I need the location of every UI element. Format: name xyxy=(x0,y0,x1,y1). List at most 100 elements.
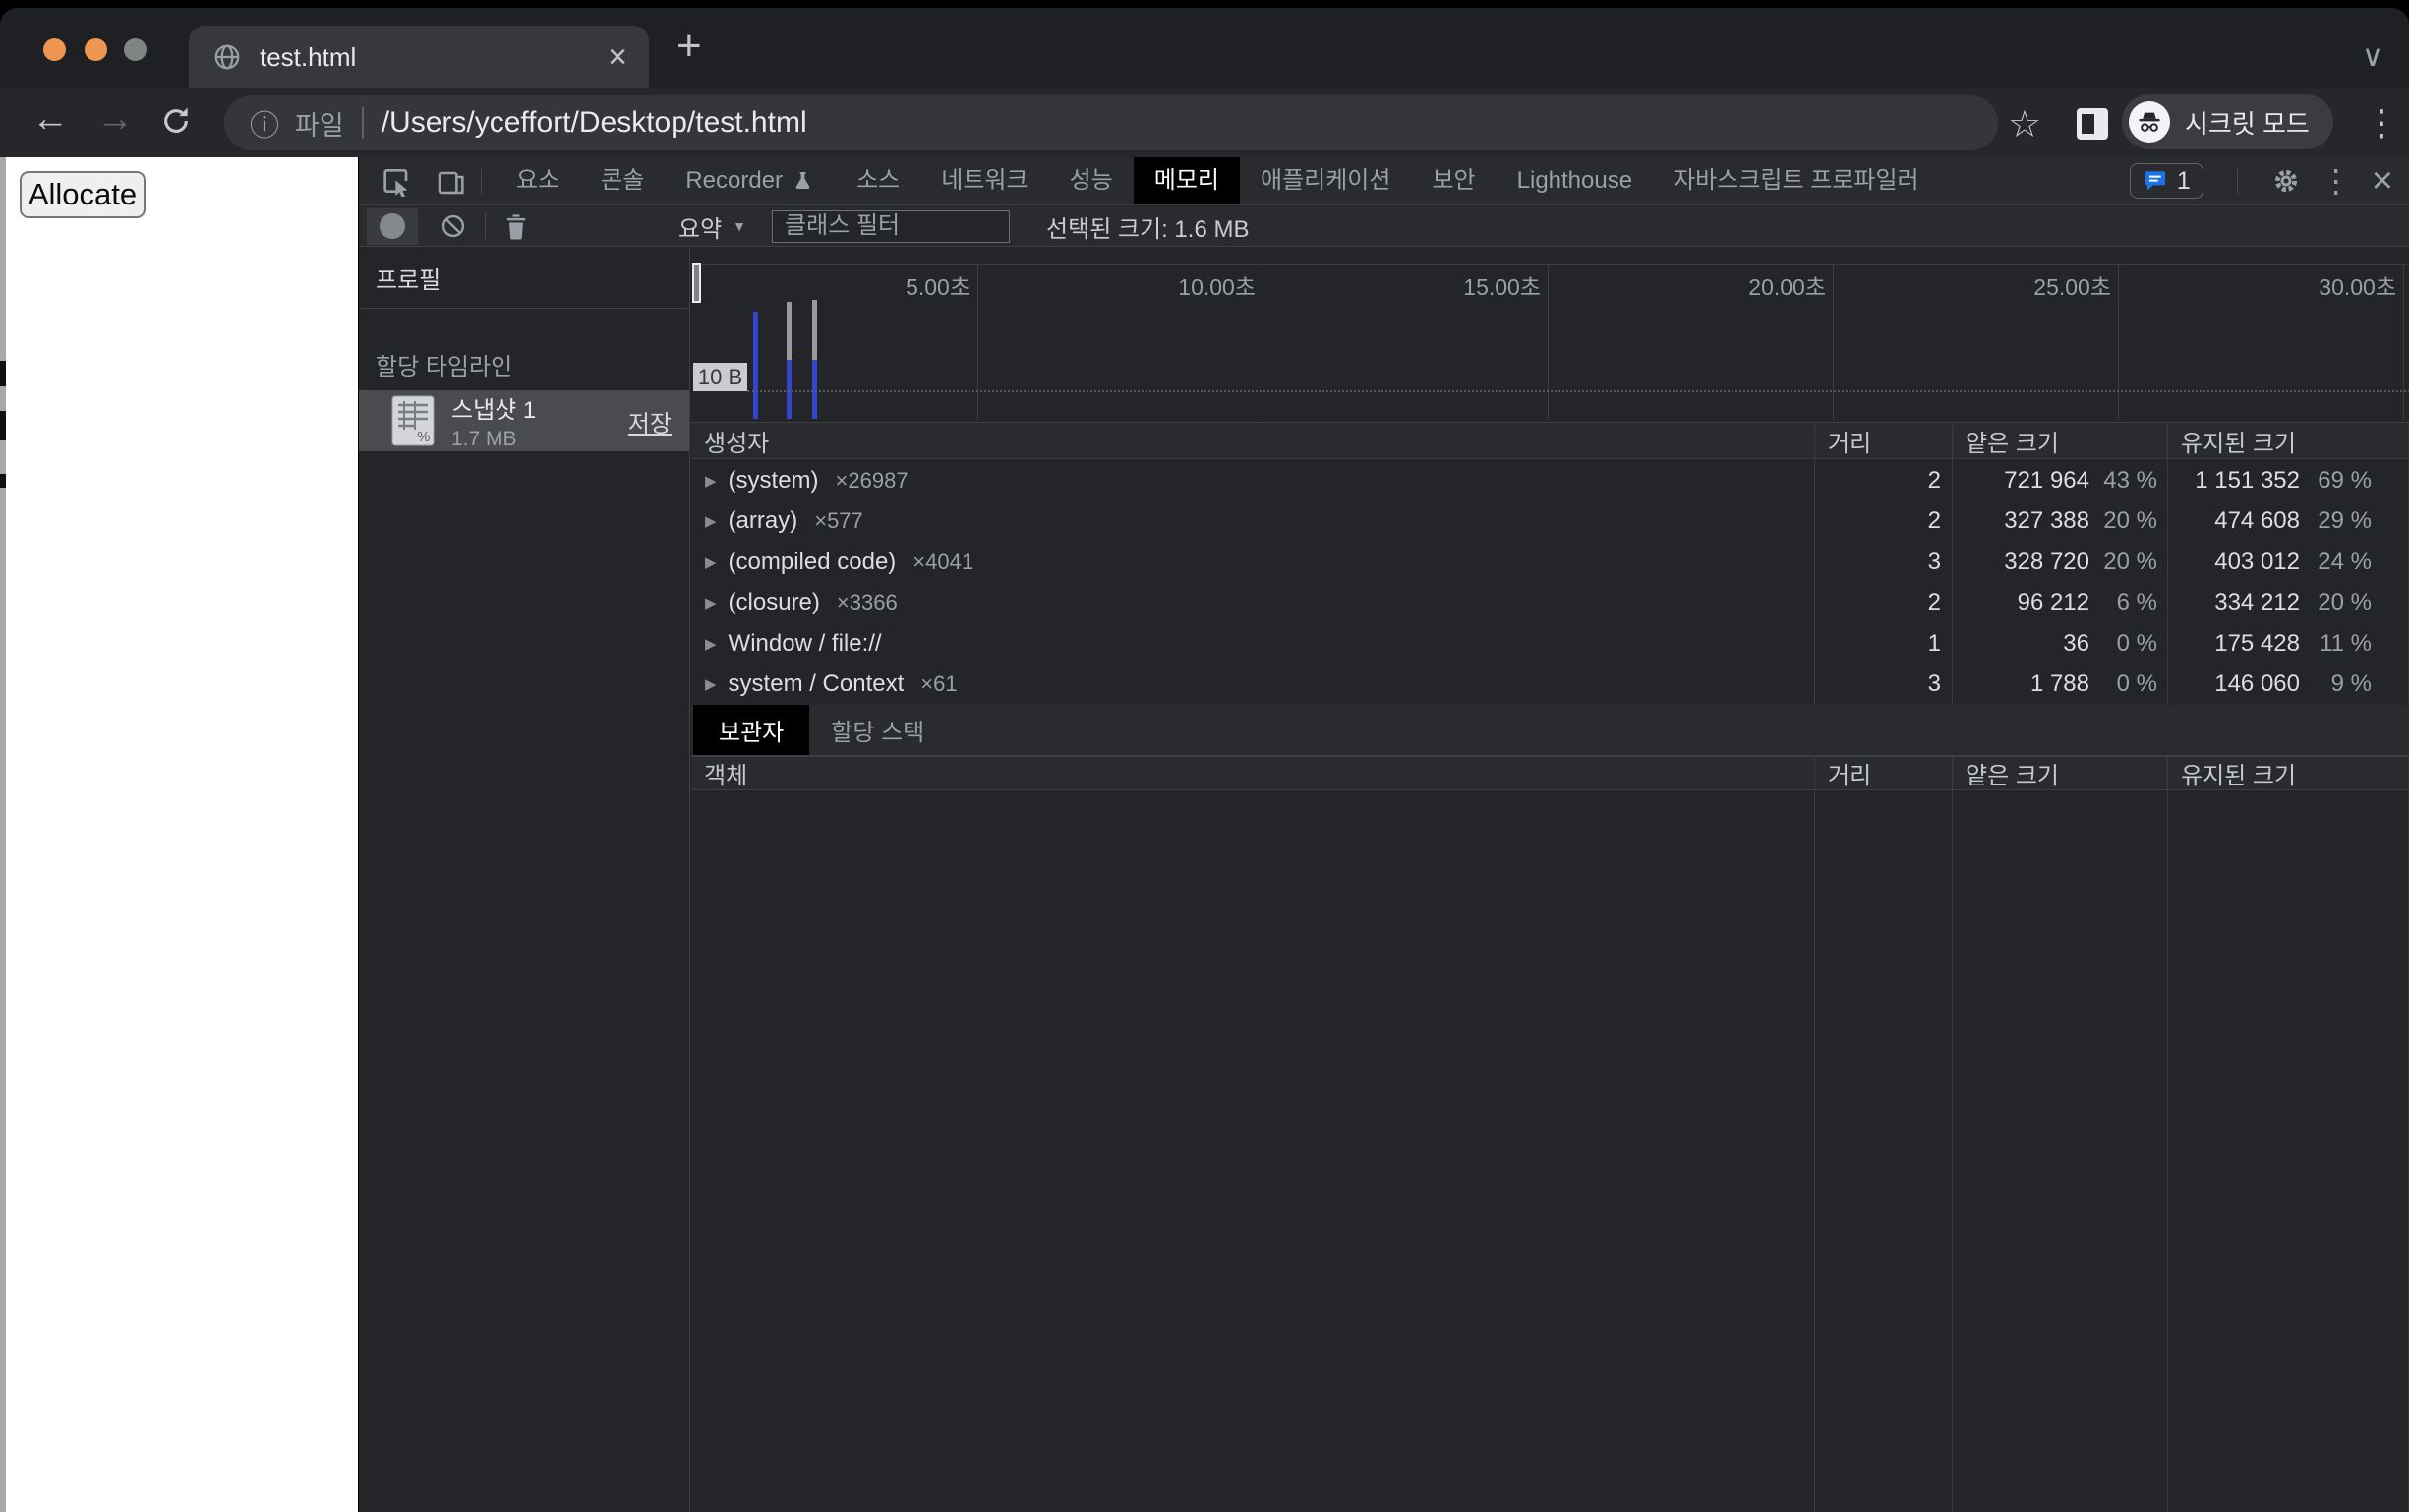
side-panel-icon[interactable] xyxy=(2077,108,2108,140)
device-toolbar-icon[interactable] xyxy=(436,165,467,197)
toolbar-divider xyxy=(485,213,486,239)
issues-button[interactable]: 1 xyxy=(2130,163,2203,199)
save-snapshot-link[interactable]: 저장 xyxy=(628,404,672,438)
forward-button[interactable]: → xyxy=(96,100,134,138)
instance-count: ×4041 xyxy=(912,550,973,575)
devtools-menu-icon[interactable]: ⋮ xyxy=(2321,165,2352,197)
table-row[interactable]: ▶(system)×26987 2 721 96443 % 1 151 3526… xyxy=(691,460,2409,501)
delete-profile-trash-icon[interactable] xyxy=(503,212,529,240)
reload-button[interactable] xyxy=(159,104,193,138)
snapshot-document-icon: % xyxy=(391,395,435,446)
allocation-bar-gray xyxy=(812,300,817,360)
col-object[interactable]: 객체 xyxy=(691,756,1815,790)
tab-js-profiler[interactable]: 자바스크립트 프로파일러 xyxy=(1653,157,1940,204)
col-distance[interactable]: 거리 xyxy=(1815,424,1953,458)
devtools-close-icon[interactable]: × xyxy=(2372,162,2393,200)
shallow-value: 327 388 xyxy=(2004,507,2089,535)
time-tick: 10.00초 xyxy=(1178,268,1263,302)
window-close-button[interactable] xyxy=(43,38,66,61)
site-info-icon[interactable]: ⓘ xyxy=(250,101,279,145)
inspect-element-icon[interactable] xyxy=(381,165,412,197)
window-minimize-button[interactable] xyxy=(85,38,107,61)
omnibox-divider xyxy=(362,107,364,139)
window-zoom-button[interactable] xyxy=(124,38,147,61)
back-button[interactable]: ← xyxy=(31,100,69,138)
class-filter-input[interactable] xyxy=(772,210,1010,243)
allocation-timeline-section: 할당 타임라인 xyxy=(376,347,689,381)
expand-triangle-icon[interactable]: ▶ xyxy=(705,594,717,611)
col-distance[interactable]: 거리 xyxy=(1815,756,1953,790)
tab-allocation-stack[interactable]: 할당 스택 xyxy=(809,705,946,755)
retained-pct: 11 % xyxy=(2300,630,2409,658)
tab-performance[interactable]: 성능 xyxy=(1049,157,1134,204)
table-row[interactable]: ▶(array)×577 2 327 38820 % 474 60829 % xyxy=(691,501,2409,543)
incognito-label: 시크릿 모드 xyxy=(2185,104,2310,141)
profiles-sidebar: 프로필 할당 타임라인 % 스냅샷 1 1.7 MB xyxy=(359,248,690,1512)
col-retained-size[interactable]: 유지된 크기 xyxy=(2168,424,2409,458)
toolbar-divider xyxy=(2237,168,2238,194)
tab-recorder[interactable]: Recorder xyxy=(665,157,836,204)
expand-triangle-icon[interactable]: ▶ xyxy=(705,553,717,571)
retained-value: 1 151 352 xyxy=(2195,467,2300,494)
distance-value: 2 xyxy=(1815,589,1953,616)
bookmark-star-icon[interactable]: ☆ xyxy=(2008,102,2041,146)
constructor-name: (compiled code) xyxy=(729,549,897,576)
tab-lighthouse[interactable]: Lighthouse xyxy=(1497,157,1653,204)
retainers-header-row: 객체 거리 얕은 크기 유지된 크기 xyxy=(691,756,2409,790)
tab-network[interactable]: 네트워크 xyxy=(920,157,1048,204)
expand-triangle-icon[interactable]: ▶ xyxy=(705,512,717,530)
snapshot-item[interactable]: % 스냅샷 1 1.7 MB 저장 xyxy=(359,390,689,451)
tab-console[interactable]: 콘솔 xyxy=(580,157,665,204)
tab-retainers[interactable]: 보관자 xyxy=(693,705,809,755)
flask-icon xyxy=(792,169,815,193)
new-tab-button[interactable]: + xyxy=(676,22,702,71)
tab-application[interactable]: 애플리케이션 xyxy=(1240,157,1411,204)
shallow-value: 36 xyxy=(2063,630,2089,658)
allocate-button[interactable]: Allocate xyxy=(20,171,146,218)
col-shallow-size[interactable]: 얕은 크기 xyxy=(1953,756,2168,790)
table-row[interactable]: ▶Window / file:// 1 360 % 175 42811 % xyxy=(691,623,2409,665)
tab-security[interactable]: 보안 xyxy=(1411,157,1496,204)
timeline-selection-handle[interactable] xyxy=(692,263,701,303)
distance-value: 3 xyxy=(1815,549,1953,576)
tab-title: test.html xyxy=(260,42,356,73)
edge-mark xyxy=(0,361,6,386)
shallow-pct: 6 % xyxy=(2089,589,2168,616)
col-shallow-size[interactable]: 얕은 크기 xyxy=(1953,424,2168,458)
tab-memory[interactable]: 메모리 xyxy=(1134,157,1240,204)
clear-profiles-icon[interactable] xyxy=(440,212,467,240)
table-row[interactable]: ▶(compiled code)×4041 3 328 72020 % 403 … xyxy=(691,542,2409,583)
col-retained-size[interactable]: 유지된 크기 xyxy=(2168,756,2409,790)
instance-count: ×26987 xyxy=(836,468,909,494)
issues-bubble-icon xyxy=(2143,168,2168,194)
table-row[interactable]: ▶system / Context×61 3 1 7880 % 146 0609… xyxy=(691,665,2409,706)
allocation-bar-gray xyxy=(787,302,792,360)
table-row[interactable]: ▶(closure)×3366 2 96 2126 % 334 21220 % xyxy=(691,583,2409,624)
tab-sources[interactable]: 소스 xyxy=(836,157,920,204)
tab-search-chevron-icon[interactable]: ∨ xyxy=(2362,39,2383,74)
size-marker: 10 B xyxy=(693,363,747,391)
page-content: Allocate xyxy=(0,157,358,1512)
expand-triangle-icon[interactable]: ▶ xyxy=(705,635,717,653)
tab-strip: test.html × + ∨ xyxy=(0,8,2409,88)
devtools-panel: 요소 콘솔 Recorder 소스 네트워크 성능 메모리 애플리케이션 보안 … xyxy=(358,157,2409,1512)
retained-value: 146 060 xyxy=(2214,670,2300,698)
address-bar[interactable]: ⓘ 파일 /Users/yceffort/Desktop/test.html xyxy=(224,95,1998,150)
settings-gear-icon[interactable] xyxy=(2271,166,2301,196)
allocation-bar-blue xyxy=(753,312,758,419)
allocation-timeline-chart[interactable]: 5.00초 10.00초 15.00초 20.00초 25.00초 30.00초… xyxy=(691,248,2409,422)
tab-elements[interactable]: 요소 xyxy=(496,157,580,204)
tab-close-icon[interactable]: × xyxy=(608,40,627,74)
shallow-pct: 0 % xyxy=(2089,670,2168,698)
browser-tab[interactable]: test.html × xyxy=(189,26,649,88)
browser-window: test.html × + ∨ ← → ⓘ 파일 /Users/yceffort… xyxy=(0,8,2409,1512)
toolbar-divider xyxy=(481,168,482,194)
shallow-pct: 20 % xyxy=(2089,549,2168,576)
browser-menu-icon[interactable]: ⋮ xyxy=(2364,102,2399,144)
summary-label: 요약 xyxy=(678,209,722,244)
expand-triangle-icon[interactable]: ▶ xyxy=(705,472,717,490)
col-constructor[interactable]: 생성자 xyxy=(691,424,1815,458)
record-heap-button[interactable] xyxy=(367,208,418,245)
expand-triangle-icon[interactable]: ▶ xyxy=(705,675,717,693)
perspective-select[interactable]: 요약 ▼ xyxy=(678,209,746,244)
